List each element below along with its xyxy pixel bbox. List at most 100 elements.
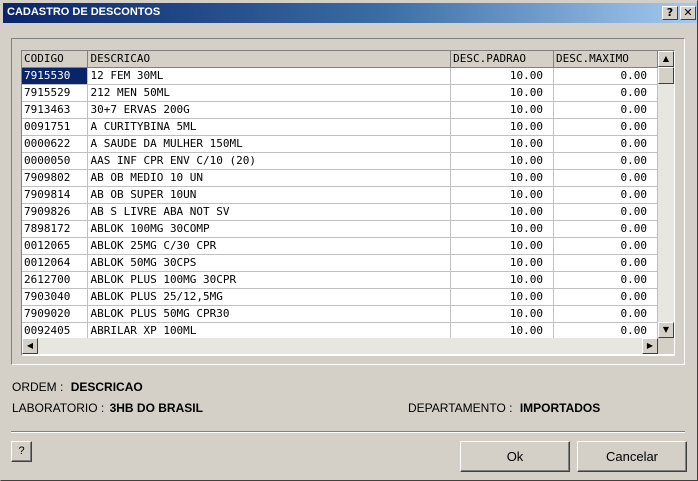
cell-desc-maximo[interactable]: 0.00 [553,237,658,255]
cell-desc-maximo[interactable]: 0.00 [553,305,658,323]
cell-desc-maximo[interactable]: 0.00 [553,322,658,338]
scroll-left-arrow-icon[interactable]: ◀ [22,338,38,354]
cell-descricao[interactable]: AB S LIVRE ABA NOT SV [87,203,452,221]
cell-desc-maximo[interactable]: 0.00 [553,169,658,187]
cell-desc-padrao[interactable]: 10.00 [450,169,555,187]
cell-desc-padrao[interactable]: 10.00 [450,220,555,238]
cell-descricao[interactable]: ABLOK PLUS 50MG CPR30 [87,305,452,323]
cell-desc-padrao[interactable]: 10.00 [450,186,555,204]
cell-desc-maximo[interactable]: 0.00 [553,101,658,119]
cell-desc-padrao[interactable]: 10.00 [450,254,555,272]
cell-codigo[interactable]: 7909020 [22,305,89,323]
discount-table: CODIGO DESCRICAO DESC.PADRAO DESC.MAXIMO… [22,51,658,338]
cell-desc-maximo[interactable]: 0.00 [553,271,658,289]
cell-codigo[interactable]: 7898172 [22,220,89,238]
table-row[interactable]: 0091751 A CURITYBINA 5ML 10.00 0.00 [22,118,658,136]
cell-descricao[interactable]: ABLOK PLUS 25/12,5MG [87,288,452,306]
cell-desc-padrao[interactable]: 10.00 [450,84,555,102]
cell-descricao[interactable]: ABLOK 50MG 30CPS [87,254,452,272]
cell-desc-padrao[interactable]: 10.00 [450,135,555,153]
cell-desc-padrao[interactable]: 10.00 [450,152,555,170]
table-row[interactable]: 7909020 ABLOK PLUS 50MG CPR30 10.00 0.00 [22,305,658,323]
cell-desc-padrao[interactable]: 10.00 [450,237,555,255]
table-row[interactable]: 7909814 AB OB SUPER 10UN 10.00 0.00 [22,186,658,204]
cell-descricao[interactable]: AB OB SUPER 10UN [87,186,452,204]
scroll-up-arrow-icon[interactable]: ▲ [658,51,674,67]
table-row[interactable]: 0092405 ABRILAR XP 100ML 10.00 0.00 [22,322,658,338]
table-row[interactable]: 2612700 ABLOK PLUS 100MG 30CPR 10.00 0.00 [22,271,658,289]
cell-descricao[interactable]: AAS INF CPR ENV C/10 (20) [87,152,452,170]
cell-desc-maximo[interactable]: 0.00 [553,254,658,272]
cell-descricao[interactable]: ABLOK PLUS 100MG 30CPR [87,271,452,289]
cell-descricao[interactable]: ABLOK 25MG C/30 CPR [87,237,452,255]
cell-desc-maximo[interactable]: 0.00 [553,220,658,238]
column-header-codigo[interactable]: CODIGO [22,51,89,68]
cell-codigo[interactable]: 7909826 [22,203,89,221]
cell-desc-padrao[interactable]: 10.00 [450,271,555,289]
cell-codigo[interactable]: 0092405 [22,322,89,338]
column-header-desc-maximo[interactable]: DESC.MAXIMO [553,51,658,68]
table-row[interactable]: 7915530 12 FEM 30ML 10.00 0.00 [22,67,658,85]
cell-descricao[interactable]: AB OB MEDIO 10 UN [87,169,452,187]
help-button[interactable]: ? [11,441,32,462]
scroll-down-arrow-icon[interactable]: ▼ [658,322,674,338]
cell-descricao[interactable]: 30+7 ERVAS 200G [87,101,452,119]
ok-button[interactable]: Ok [460,441,570,472]
cell-desc-padrao[interactable]: 10.00 [450,118,555,136]
cell-descricao[interactable]: ABRILAR XP 100ML [87,322,452,338]
cell-descricao[interactable]: 12 FEM 30ML [87,67,452,85]
cell-desc-maximo[interactable]: 0.00 [553,118,658,136]
cell-codigo[interactable]: 2612700 [22,271,89,289]
cell-codigo[interactable]: 0000050 [22,152,89,170]
cell-desc-padrao[interactable]: 10.00 [450,203,555,221]
cell-codigo[interactable]: 7915530 [22,67,89,85]
cell-codigo[interactable]: 7915529 [22,84,89,102]
cell-desc-maximo[interactable]: 0.00 [553,152,658,170]
cell-desc-maximo[interactable]: 0.00 [553,135,658,153]
scroll-right-arrow-icon[interactable]: ▶ [642,338,658,354]
cell-descricao[interactable]: A SAUDE DA MULHER 150ML [87,135,452,153]
table-row[interactable]: 0012064 ABLOK 50MG 30CPS 10.00 0.00 [22,254,658,272]
cell-codigo[interactable]: 0012065 [22,237,89,255]
cell-descricao[interactable]: ABLOK 100MG 30COMP [87,220,452,238]
cell-codigo[interactable]: 0012064 [22,254,89,272]
table-row[interactable]: 0000622 A SAUDE DA MULHER 150ML 10.00 0.00 [22,135,658,153]
horizontal-scrollbar[interactable]: ◀ ▶ [22,338,658,354]
cell-codigo[interactable]: 7909814 [22,186,89,204]
cell-desc-maximo[interactable]: 0.00 [553,186,658,204]
titlebar-close-button[interactable]: ✕ [680,6,696,20]
column-header-desc-padrao[interactable]: DESC.PADRAO [450,51,555,68]
table-row[interactable]: 7915529 212 MEN 50ML 10.00 0.00 [22,84,658,102]
cell-desc-padrao[interactable]: 10.00 [450,322,555,338]
title-bar[interactable]: CADASTRO DE DESCONTOS ? ✕ [3,3,697,23]
cell-descricao[interactable]: 212 MEN 50ML [87,84,452,102]
vertical-scrollbar[interactable]: ▲ ▼ [658,51,674,338]
cell-codigo[interactable]: 7903040 [22,288,89,306]
cell-desc-padrao[interactable]: 10.00 [450,288,555,306]
cell-desc-maximo[interactable]: 0.00 [553,203,658,221]
cell-codigo[interactable]: 7909802 [22,169,89,187]
cell-desc-maximo[interactable]: 0.00 [553,67,658,85]
cell-desc-padrao[interactable]: 10.00 [450,305,555,323]
cell-desc-padrao[interactable]: 10.00 [450,101,555,119]
table-row[interactable]: 7913463 30+7 ERVAS 200G 10.00 0.00 [22,101,658,119]
table-row[interactable]: 7898172 ABLOK 100MG 30COMP 10.00 0.00 [22,220,658,238]
discount-grid[interactable]: CODIGO DESCRICAO DESC.PADRAO DESC.MAXIMO… [21,50,675,356]
cancel-button[interactable]: Cancelar [577,441,687,472]
cell-codigo[interactable]: 0091751 [22,118,89,136]
column-header-descricao[interactable]: DESCRICAO [87,51,452,68]
table-row[interactable]: 0000050 AAS INF CPR ENV C/10 (20) 10.00 0.0… [22,152,658,170]
cell-codigo[interactable]: 0000622 [22,135,89,153]
vertical-scroll-thumb[interactable] [658,67,674,84]
scrollbar-corner [658,338,674,354]
cell-desc-padrao[interactable]: 10.00 [450,67,555,85]
titlebar-help-button[interactable]: ? [662,6,678,20]
cell-codigo[interactable]: 7913463 [22,101,89,119]
table-row[interactable]: 7903040 ABLOK PLUS 25/12,5MG 10.00 0.00 [22,288,658,306]
cell-desc-maximo[interactable]: 0.00 [553,288,658,306]
cell-descricao[interactable]: A CURITYBINA 5ML [87,118,452,136]
table-row[interactable]: 7909802 AB OB MEDIO 10 UN 10.00 0.00 [22,169,658,187]
table-row[interactable]: 7909826 AB S LIVRE ABA NOT SV 10.00 0.00 [22,203,658,221]
cell-desc-maximo[interactable]: 0.00 [553,84,658,102]
table-row[interactable]: 0012065 ABLOK 25MG C/30 CPR 10.00 0.00 [22,237,658,255]
